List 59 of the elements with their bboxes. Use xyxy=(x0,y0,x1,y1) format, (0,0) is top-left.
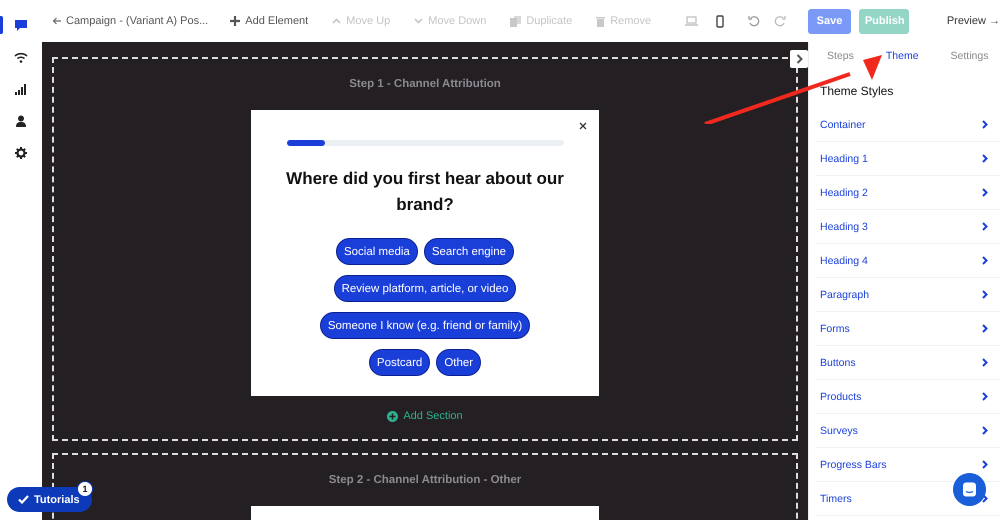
chevron-up-icon xyxy=(332,18,342,24)
back-arrow-icon[interactable] xyxy=(52,17,61,25)
panel-tab[interactable]: Settings xyxy=(950,46,988,66)
panel-heading: Theme Styles xyxy=(819,83,894,100)
answer-option[interactable]: Postcard xyxy=(368,349,430,376)
add-section-link[interactable]: Add Section xyxy=(403,410,463,422)
step-title: Step 2 - Channel Attribution - Other xyxy=(328,474,522,486)
close-icon[interactable] xyxy=(579,122,587,130)
chevron-right-icon xyxy=(982,290,988,299)
selection-indicator xyxy=(0,16,3,34)
back-link[interactable]: Campaign - (Variant A) Pos... xyxy=(66,15,208,27)
plus-icon xyxy=(230,16,240,26)
theme-style-item[interactable]: Paragraph xyxy=(815,278,1000,312)
question-heading: Where did you first hear about our brand? xyxy=(285,168,565,216)
theme-style-item[interactable]: Surveys xyxy=(815,414,1000,448)
chevron-right-icon xyxy=(982,188,988,197)
wifi-icon[interactable] xyxy=(14,52,28,62)
panel-tab[interactable]: Steps xyxy=(827,46,854,66)
chevron-right-icon xyxy=(982,256,988,265)
trash-icon xyxy=(596,16,606,26)
step-title: Step 1 - Channel Attribution xyxy=(349,78,501,90)
chevron-right-icon xyxy=(982,324,988,333)
chevron-down-icon xyxy=(414,18,424,24)
person-icon[interactable] xyxy=(15,115,27,127)
chevron-right-icon xyxy=(982,222,988,231)
answer-option[interactable]: Social media xyxy=(336,238,418,265)
collapse-button[interactable] xyxy=(790,50,808,68)
undo-icon[interactable] xyxy=(748,15,760,27)
chevron-right-icon xyxy=(982,120,988,129)
theme-style-item[interactable]: Heading 4 xyxy=(815,244,1000,278)
answer-option[interactable]: Search engine xyxy=(424,238,514,265)
theme-style-item[interactable]: Heading 1 xyxy=(815,142,1000,176)
settings-icon[interactable] xyxy=(15,147,27,159)
answer-option[interactable]: Other xyxy=(436,349,482,376)
signal-bars-icon[interactable] xyxy=(15,84,27,94)
toolbar-button[interactable]: Add Element xyxy=(230,15,308,27)
chat-icon[interactable] xyxy=(14,18,28,32)
theme-style-item[interactable]: Products xyxy=(815,380,1000,414)
chevron-right-icon xyxy=(982,358,988,367)
theme-style-item[interactable]: Forms xyxy=(815,312,1000,346)
copy-icon xyxy=(510,16,522,26)
chat-launcher-icon[interactable] xyxy=(953,473,986,506)
theme-style-item[interactable]: Heading 3 xyxy=(815,210,1000,244)
chevron-right-icon xyxy=(982,426,988,435)
chevron-right-icon xyxy=(982,494,988,503)
answer-option[interactable]: Review platform, article, or video xyxy=(334,275,516,302)
panel-tab[interactable]: Theme xyxy=(886,46,919,66)
chevron-right-icon xyxy=(796,54,802,64)
checkmark-icon xyxy=(18,495,29,504)
chevron-right-icon xyxy=(982,392,988,401)
theme-style-item[interactable]: Heading 2 xyxy=(815,176,1000,210)
preview-link[interactable]: Preview → xyxy=(946,15,1000,27)
theme-style-item[interactable]: Buttons xyxy=(815,346,1000,380)
plus-circle-icon[interactable] xyxy=(387,410,398,422)
answer-option[interactable]: Someone I know (e.g. friend or family) xyxy=(320,312,530,339)
chevron-right-icon xyxy=(982,460,988,469)
phone-icon[interactable] xyxy=(716,14,724,28)
theme-style-item[interactable]: Container xyxy=(815,108,1000,142)
chevron-right-icon xyxy=(982,154,988,163)
